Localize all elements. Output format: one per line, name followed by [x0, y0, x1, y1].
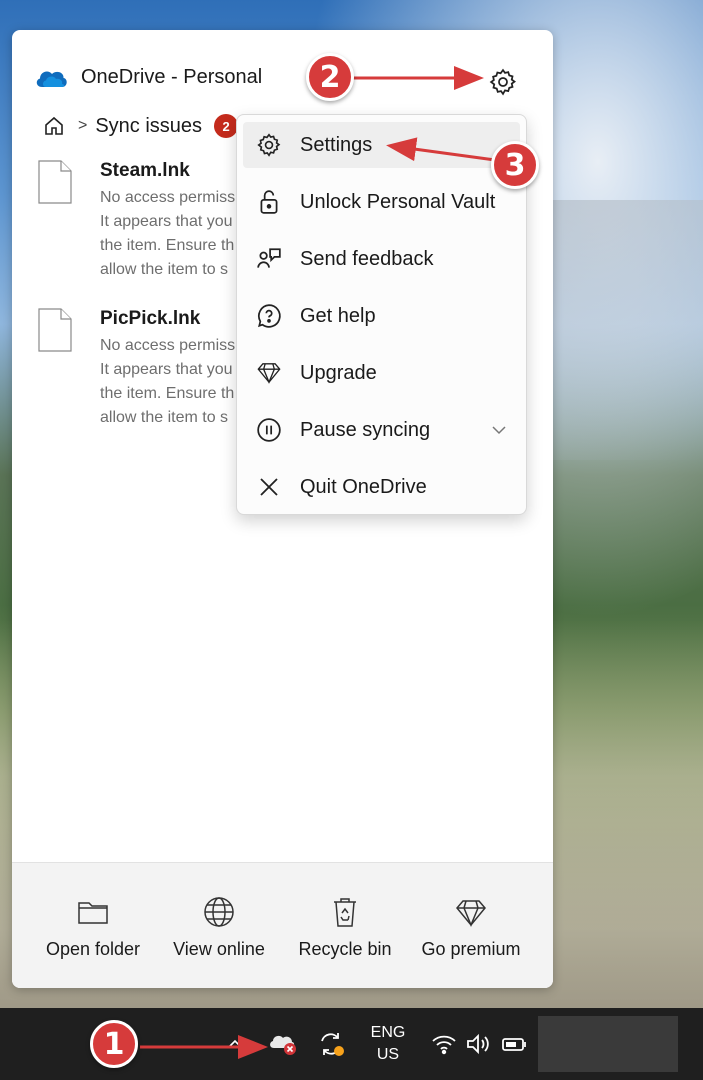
recycle-bin-icon: [334, 898, 356, 927]
settings-menu: Settings Unlock Personal Vault Send feed…: [236, 114, 527, 515]
file-error-line: It appears that you: [100, 361, 233, 378]
sync-icon: [321, 1033, 344, 1056]
sync-status-icon-button[interactable]: [314, 1008, 348, 1080]
annotation-step-3: 3: [491, 141, 539, 189]
menu-item-send-feedback[interactable]: Send feedback: [243, 236, 520, 282]
menu-item-label: Quit OneDrive: [300, 475, 427, 498]
flyout-header: OneDrive - Personal: [34, 66, 262, 89]
file-error-line: No access permiss: [100, 337, 236, 354]
battery-icon: [502, 1038, 526, 1051]
language-indicator[interactable]: ENG US: [362, 1008, 414, 1080]
globe-icon: [204, 897, 234, 927]
clock-area[interactable]: [538, 1016, 678, 1072]
volume-icon: [467, 1033, 489, 1055]
flyout-footer: Open folder View online Recycle bin Go p…: [12, 862, 553, 988]
annotation-step-1: 1: [90, 1020, 138, 1068]
folder-icon: [78, 902, 108, 924]
menu-item-pause-syncing[interactable]: Pause syncing: [243, 407, 520, 453]
chevron-up-icon: [229, 1039, 241, 1047]
menu-item-label: Send feedback: [300, 247, 434, 270]
unlock-icon: [256, 189, 282, 215]
wallpaper-mountain: [540, 200, 703, 460]
diamond-icon: [456, 900, 486, 927]
file-icon: [38, 160, 72, 204]
menu-item-label: Pause syncing: [300, 418, 431, 441]
menu-item-settings[interactable]: Settings: [243, 122, 520, 168]
menu-item-upgrade[interactable]: Upgrade: [243, 350, 520, 396]
recycle-bin-button[interactable]: Recycle bin: [285, 895, 405, 960]
open-folder-label: Open folder: [45, 939, 141, 959]
sync-issues-count-badge: 2: [214, 114, 239, 138]
menu-item-unlock-vault[interactable]: Unlock Personal Vault: [243, 179, 520, 225]
settings-gear-button[interactable]: [487, 66, 519, 98]
chevron-right-icon: >: [78, 117, 88, 134]
file-error-line: allow the item to s: [100, 261, 229, 278]
file-icon: [38, 308, 72, 352]
breadcrumb: > Sync issues 2: [42, 114, 239, 138]
recycle-bin-label: Recycle bin: [298, 939, 392, 959]
view-online-label: View online: [173, 939, 265, 959]
breadcrumb-current: Sync issues: [95, 114, 203, 137]
show-hidden-icons-button[interactable]: [224, 1008, 246, 1080]
app-title: OneDrive - Personal: [81, 66, 263, 88]
file-error-line: It appears that you: [100, 213, 233, 230]
gear-icon: [256, 132, 282, 158]
chevron-down-icon[interactable]: [490, 421, 508, 439]
annotation-step-2: 2: [306, 53, 354, 101]
onedrive-tray-button[interactable]: [266, 1008, 300, 1080]
view-online-button[interactable]: View online: [159, 895, 279, 960]
menu-item-quit-onedrive[interactable]: Quit OneDrive: [243, 464, 520, 510]
help-icon: [256, 303, 282, 329]
close-icon: [256, 474, 282, 500]
menu-item-get-help[interactable]: Get help: [243, 293, 520, 339]
region-code: US: [376, 1046, 400, 1063]
onedrive-cloud-icon: [36, 70, 67, 87]
menu-item-label: Unlock Personal Vault: [300, 190, 496, 213]
quick-settings-button[interactable]: [430, 1008, 530, 1080]
list-item[interactable]: PicPick.lnk No access permiss It appears…: [38, 308, 235, 430]
home-icon[interactable]: [42, 114, 66, 138]
feedback-icon: [256, 246, 282, 272]
file-error-line: No access permiss: [100, 189, 236, 206]
file-error-line: the item. Ensure th: [100, 385, 235, 402]
gear-icon: [489, 68, 516, 96]
menu-item-label: Upgrade: [300, 361, 377, 384]
file-name: PicPick.lnk: [100, 308, 201, 329]
file-name: Steam.lnk: [100, 160, 190, 181]
pause-icon: [256, 417, 282, 443]
go-premium-button[interactable]: Go premium: [411, 895, 531, 960]
onedrive-error-icon: [270, 1035, 296, 1055]
wifi-icon: [432, 1035, 456, 1055]
go-premium-label: Go premium: [421, 939, 521, 959]
file-error-line: the item. Ensure th: [100, 237, 235, 254]
diamond-icon: [256, 360, 282, 386]
list-item[interactable]: Steam.lnk No access permiss It appears t…: [38, 160, 235, 282]
open-folder-button[interactable]: Open folder: [33, 895, 153, 960]
menu-item-label: Settings: [300, 133, 373, 156]
menu-item-label: Get help: [300, 304, 376, 327]
file-error-line: allow the item to s: [100, 409, 229, 426]
language-code: ENG: [370, 1024, 406, 1041]
